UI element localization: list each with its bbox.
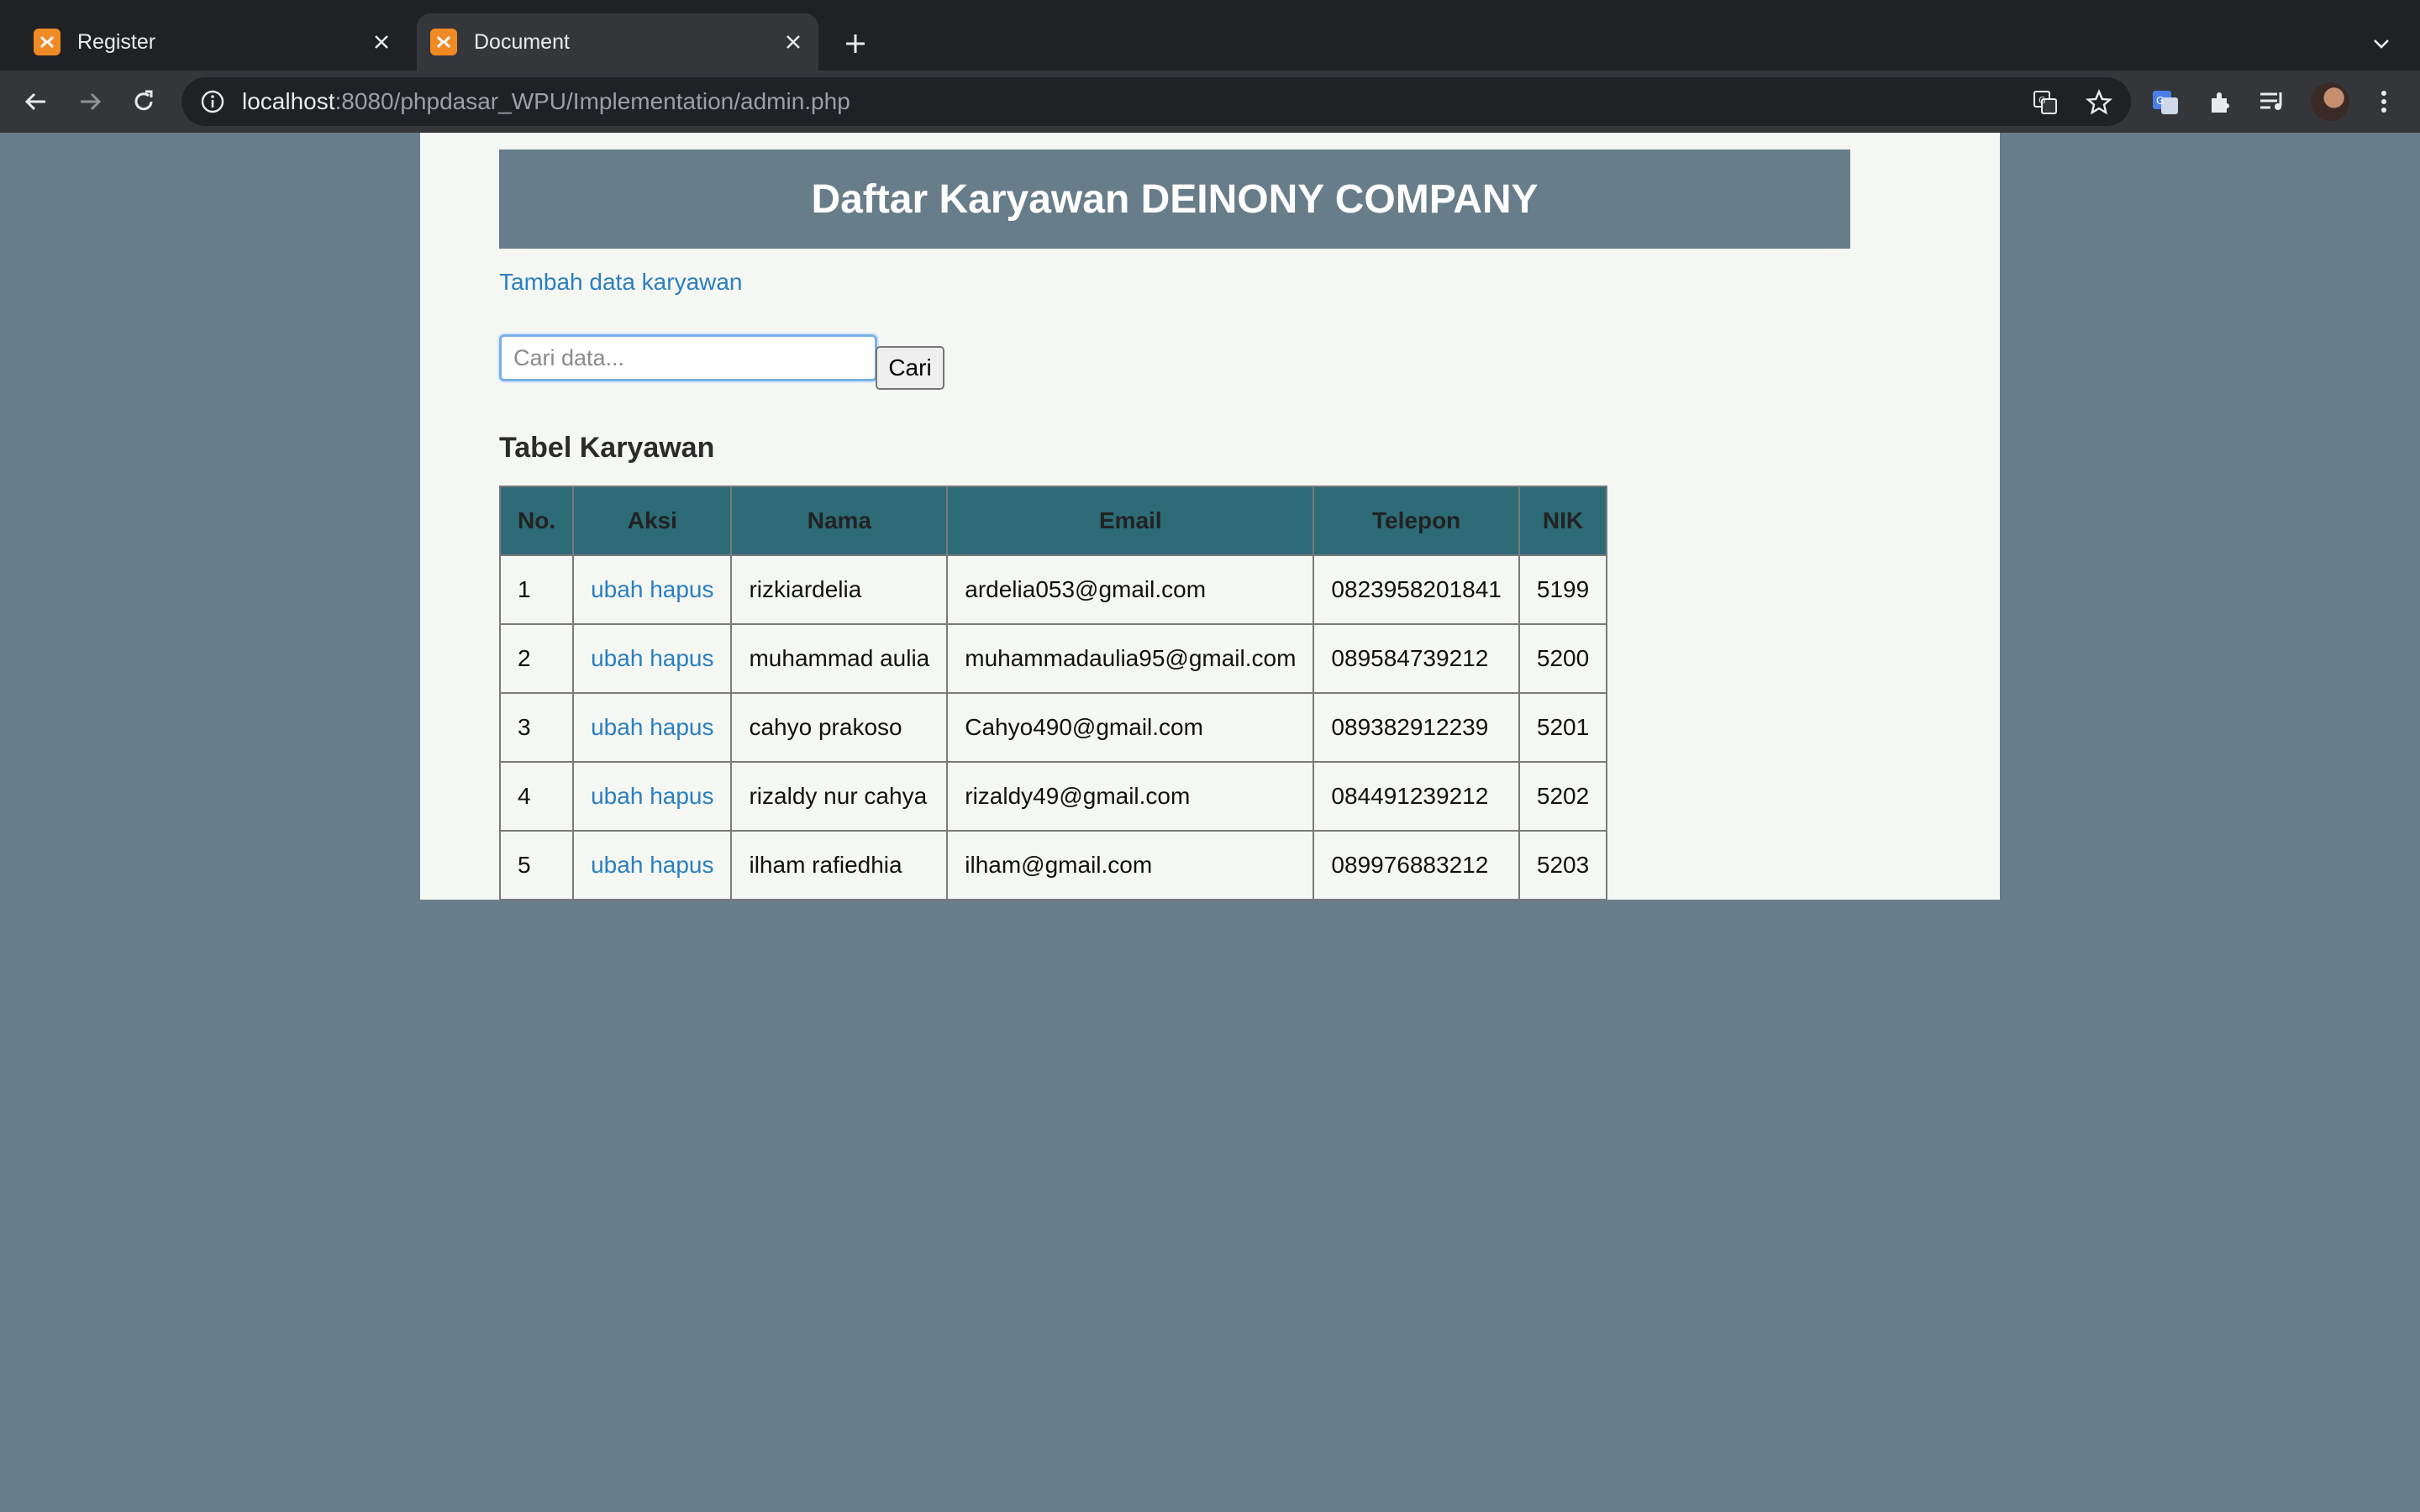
delete-link[interactable]: hapus	[650, 714, 713, 740]
translate-icon[interactable]: G	[2030, 87, 2060, 118]
cell-no: 1	[498, 554, 575, 625]
cell-email: ardelia053@gmail.com	[946, 554, 1315, 625]
cell-telepon: 0823958201841	[1313, 554, 1520, 625]
browser-toolbar: localhost:8080/phpdasar_WPU/Implementati…	[0, 71, 2420, 133]
tab-strip: Register Document	[0, 0, 2420, 71]
close-icon[interactable]	[368, 29, 395, 55]
page-content: Daftar Karyawan DEINONY COMPANY Tambah d…	[420, 133, 2000, 900]
delete-link[interactable]: hapus	[650, 645, 713, 671]
table-header-row: No. Aksi Nama Email Telepon NIK	[498, 486, 1608, 556]
svg-text:G: G	[2156, 95, 2164, 107]
cell-aksi: ubah hapus	[572, 623, 733, 694]
search-input[interactable]	[499, 334, 877, 381]
cell-telepon: 089976883212	[1313, 830, 1520, 900]
cell-nik: 5201	[1518, 692, 1608, 763]
info-icon[interactable]	[200, 89, 225, 114]
svg-text:G: G	[2039, 95, 2046, 106]
delete-link[interactable]: hapus	[650, 576, 713, 602]
cell-nama: rizkiardelia	[730, 554, 949, 625]
table-title: Tabel Karyawan	[499, 432, 715, 464]
google-translate-icon[interactable]: G	[2144, 81, 2186, 123]
more-vert-icon[interactable]	[2363, 81, 2405, 123]
tab-register[interactable]: Register	[20, 13, 407, 71]
cell-nama: cahyo prakoso	[730, 692, 949, 763]
cell-telepon: 089382912239	[1313, 692, 1520, 763]
tab-title: Document	[474, 29, 570, 54]
table-row: 5 ubah hapus ilham rafiedhia ilham@gmail…	[498, 830, 1608, 900]
cell-nik: 5200	[1518, 623, 1608, 694]
table-row: 1 ubah hapus rizkiardelia ardelia053@gma…	[498, 554, 1608, 625]
url-host: localhost	[242, 88, 335, 114]
search-button[interactable]: Cari	[876, 346, 944, 390]
back-arrow-icon[interactable]	[15, 81, 57, 123]
star-icon[interactable]	[2084, 87, 2114, 118]
cell-email: ilham@gmail.com	[946, 830, 1315, 900]
xampp-favicon-icon	[34, 29, 60, 55]
delete-link[interactable]: hapus	[650, 783, 713, 809]
cell-telepon: 084491239212	[1313, 761, 1520, 832]
column-header-nik: NIK	[1518, 486, 1608, 556]
cell-aksi: ubah hapus	[572, 692, 733, 763]
cell-aksi: ubah hapus	[572, 554, 733, 625]
table-row: 4 ubah hapus rizaldy nur cahya rizaldy49…	[498, 761, 1608, 832]
cell-email: rizaldy49@gmail.com	[946, 761, 1315, 832]
cell-email: muhammadaulia95@gmail.com	[946, 623, 1315, 694]
column-header-nama: Nama	[730, 486, 949, 556]
cell-nik: 5202	[1518, 761, 1608, 832]
table-row: 2 ubah hapus muhammad aulia muhammadauli…	[498, 623, 1608, 694]
cell-nama: ilham rafiedhia	[730, 830, 949, 900]
column-header-email: Email	[946, 486, 1315, 556]
cell-nik: 5203	[1518, 830, 1608, 900]
plus-icon[interactable]	[837, 25, 874, 62]
xampp-favicon-icon	[430, 29, 457, 55]
forward-arrow-icon[interactable]	[69, 81, 111, 123]
column-header-no: No.	[498, 486, 575, 556]
page-banner: Daftar Karyawan DEINONY COMPANY	[499, 150, 1850, 249]
cell-no: 3	[498, 692, 575, 763]
cell-email: Cahyo490@gmail.com	[946, 692, 1315, 763]
cell-no: 5	[498, 830, 575, 900]
cell-nama: rizaldy nur cahya	[730, 761, 949, 832]
edit-link[interactable]: ubah	[591, 783, 643, 809]
chevron-down-icon[interactable]	[2363, 25, 2400, 62]
edit-link[interactable]: ubah	[591, 714, 643, 740]
cell-nama: muhammad aulia	[730, 623, 949, 694]
address-bar[interactable]: localhost:8080/phpdasar_WPU/Implementati…	[182, 77, 2131, 126]
tab-document[interactable]: Document	[417, 13, 818, 71]
url-text: localhost:8080/phpdasar_WPU/Implementati…	[242, 88, 850, 115]
cell-no: 2	[498, 623, 575, 694]
add-employee-link[interactable]: Tambah data karyawan	[499, 269, 743, 296]
media-queue-icon[interactable]	[2252, 81, 2294, 123]
employee-table: No. Aksi Nama Email Telepon NIK 1 ubah h…	[498, 486, 1608, 900]
edit-link[interactable]: ubah	[591, 852, 643, 878]
profile-avatar[interactable]	[2311, 82, 2349, 121]
extensions-puzzle-icon[interactable]	[2200, 81, 2242, 123]
reload-icon[interactable]	[123, 81, 165, 123]
edit-link[interactable]: ubah	[591, 576, 643, 602]
column-header-telepon: Telepon	[1313, 486, 1520, 556]
edit-link[interactable]: ubah	[591, 645, 643, 671]
cell-aksi: ubah hapus	[572, 830, 733, 900]
table-row: 3 ubah hapus cahyo prakoso Cahyo490@gmai…	[498, 692, 1608, 763]
cell-nik: 5199	[1518, 554, 1608, 625]
cell-no: 4	[498, 761, 575, 832]
close-icon[interactable]	[780, 29, 807, 55]
url-path: :8080/phpdasar_WPU/Implementation/admin.…	[334, 88, 850, 114]
cell-aksi: ubah hapus	[572, 761, 733, 832]
delete-link[interactable]: hapus	[650, 852, 713, 878]
tab-title: Register	[77, 29, 156, 54]
page-title: Daftar Karyawan DEINONY COMPANY	[811, 176, 1539, 222]
cell-telepon: 089584739212	[1313, 623, 1520, 694]
column-header-aksi: Aksi	[572, 486, 733, 556]
